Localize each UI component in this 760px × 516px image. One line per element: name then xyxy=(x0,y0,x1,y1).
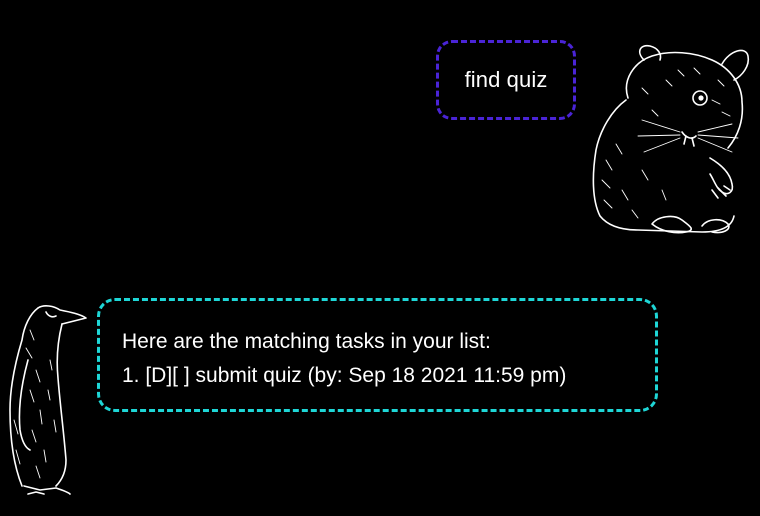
bot-message-header: Here are the matching tasks in your list… xyxy=(122,330,491,353)
user-message-text: find quiz xyxy=(464,67,548,92)
task-list-item: 1. [D][ ] submit quiz (by: Sep 18 2021 1… xyxy=(122,364,567,387)
penguin-icon xyxy=(0,300,92,496)
bot-message-bubble: Here are the matching tasks in your list… xyxy=(97,298,658,412)
hamster-icon xyxy=(582,40,754,236)
user-message-bubble: find quiz xyxy=(436,40,576,120)
